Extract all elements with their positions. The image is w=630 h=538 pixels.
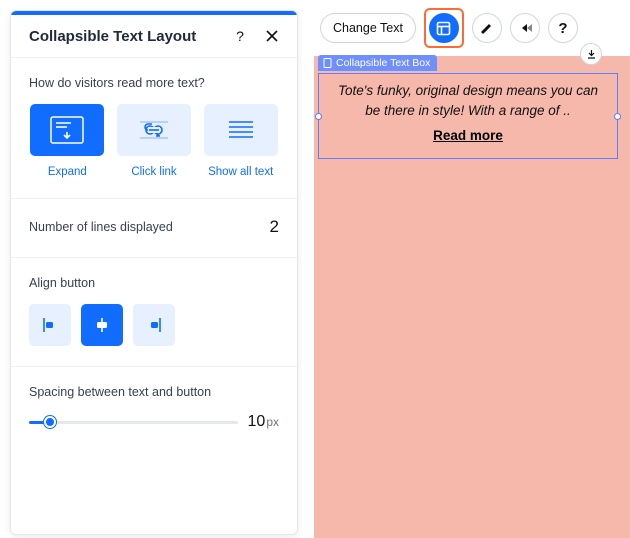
- option-click-link[interactable]: Click link: [116, 104, 193, 178]
- align-section: Align button: [11, 258, 297, 367]
- align-label: Align button: [29, 276, 279, 290]
- align-center-button[interactable]: [81, 304, 123, 346]
- read-mode-label: How do visitors read more text?: [29, 76, 279, 90]
- change-text-button[interactable]: Change Text: [320, 13, 416, 43]
- layout-button[interactable]: [429, 13, 459, 43]
- editor-stage[interactable]: Collapsible Text Box Tote's funky, origi…: [314, 56, 630, 538]
- lines-section: Number of lines displayed 2: [11, 199, 297, 258]
- download-icon: [586, 49, 597, 60]
- component-badge-label: Collapsible Text Box: [336, 57, 430, 69]
- selection-outline: [318, 73, 618, 159]
- slider-thumb[interactable]: [44, 416, 56, 428]
- showall-card-icon: [204, 104, 278, 156]
- read-mode-options: Expand Click link Show all text: [29, 104, 279, 178]
- option-show-all[interactable]: Show all text: [202, 104, 279, 178]
- option-showall-label: Show all text: [208, 166, 273, 178]
- spacing-unit: px: [266, 415, 279, 429]
- change-text-label: Change Text: [333, 21, 403, 35]
- option-expand[interactable]: Expand: [29, 104, 106, 178]
- animation-button[interactable]: [510, 13, 540, 43]
- canvas-area: Change Text ? Collapsible Text Box Tote'…: [314, 0, 630, 538]
- help-icon[interactable]: ?: [231, 27, 249, 45]
- panel-title: Collapsible Text Layout: [29, 28, 217, 45]
- lines-value[interactable]: 2: [270, 217, 279, 237]
- option-expand-label: Expand: [48, 166, 87, 178]
- resize-handle-left[interactable]: [315, 113, 322, 120]
- clicklink-card-icon: [117, 104, 191, 156]
- help-button[interactable]: ?: [548, 13, 578, 43]
- align-right-button[interactable]: [133, 304, 175, 346]
- spacing-label: Spacing between text and button: [29, 385, 279, 399]
- design-button[interactable]: [472, 13, 502, 43]
- option-clicklink-label: Click link: [131, 166, 176, 178]
- mobile-icon: [323, 58, 332, 68]
- spacing-section: Spacing between text and button 10px: [11, 367, 297, 451]
- component-badge[interactable]: Collapsible Text Box: [318, 55, 437, 71]
- spacing-value: 10: [248, 413, 266, 430]
- read-mode-section: How do visitors read more text? Expand C…: [11, 58, 297, 199]
- align-left-button[interactable]: [29, 304, 71, 346]
- save-mini-button[interactable]: [580, 43, 602, 65]
- expand-card-icon: [30, 104, 104, 156]
- align-options: [29, 304, 279, 346]
- panel-header: Collapsible Text Layout ?: [11, 15, 297, 58]
- slider-track: [29, 421, 238, 424]
- close-icon[interactable]: [263, 27, 281, 45]
- layout-button-highlight: [424, 8, 464, 48]
- lines-label: Number of lines displayed: [29, 220, 173, 234]
- spacing-value-display[interactable]: 10px: [248, 413, 279, 431]
- spacing-slider[interactable]: [29, 414, 238, 430]
- layout-settings-panel: Collapsible Text Layout ? How do visitor…: [10, 10, 298, 535]
- resize-handle-right[interactable]: [614, 113, 621, 120]
